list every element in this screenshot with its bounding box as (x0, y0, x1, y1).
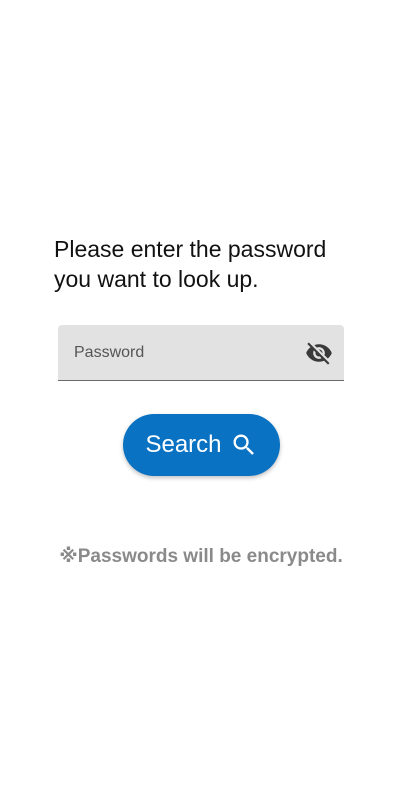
page-instruction: Please enter the password you want to lo… (54, 234, 384, 294)
instruction-line-1: Please enter the password (54, 236, 327, 262)
instruction-line-2: you want to look up. (54, 266, 259, 292)
search-button[interactable]: Search (123, 414, 280, 476)
eye-off-icon (306, 342, 332, 365)
search-button-label: Search (145, 431, 222, 458)
password-field[interactable] (58, 325, 344, 381)
visibility-toggle-button[interactable] (304, 339, 334, 367)
search-icon (230, 431, 258, 459)
password-input[interactable] (74, 325, 294, 380)
encryption-note: ※Passwords will be encrypted. (59, 546, 343, 567)
